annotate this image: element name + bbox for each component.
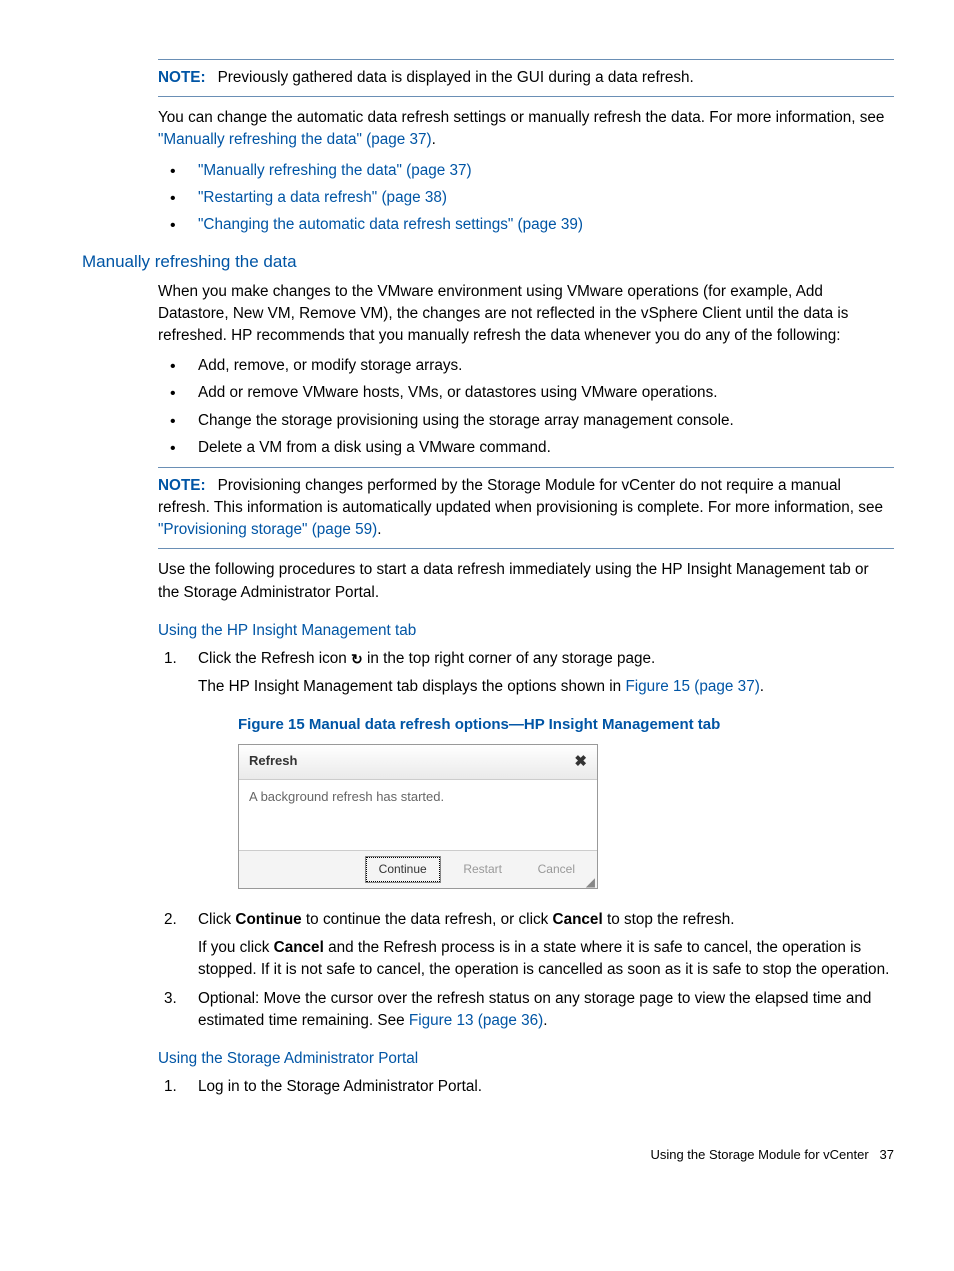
refresh-icon: ↻ — [351, 649, 363, 669]
dialog-title: Refresh — [249, 752, 297, 771]
figure-caption: Figure 15 Manual data refresh options—HP… — [238, 714, 894, 736]
paragraph: You can change the automatic data refres… — [158, 107, 894, 151]
list-item: Add or remove VMware hosts, VMs, or data… — [158, 382, 894, 404]
paragraph: When you make changes to the VMware envi… — [158, 281, 894, 348]
note-block-1: NOTE: Previously gathered data is display… — [158, 59, 894, 97]
restart-button[interactable]: Restart — [451, 858, 514, 881]
cancel-button[interactable]: Cancel — [526, 858, 587, 881]
link-manual-refresh[interactable]: "Manually refreshing the data" (page 37) — [158, 131, 432, 148]
dialog-header: Refresh ✖ — [239, 745, 597, 780]
note-text: Previously gathered data is displayed in… — [218, 69, 694, 86]
subheading: Using the Storage Administrator Portal — [158, 1048, 894, 1070]
close-icon[interactable]: ✖ — [574, 751, 587, 773]
list-item: Add, remove, or modify storage arrays. — [158, 355, 894, 377]
step-item: Log in to the Storage Administrator Port… — [158, 1076, 894, 1098]
subheading: Using the HP Insight Management tab — [158, 620, 894, 642]
link-item[interactable]: "Manually refreshing the data" (page 37) — [198, 162, 472, 179]
continue-button[interactable]: Continue — [366, 857, 440, 882]
link-item[interactable]: "Restarting a data refresh" (page 38) — [198, 189, 447, 206]
paragraph: Use the following procedures to start a … — [158, 559, 894, 603]
link-list: "Manually refreshing the data" (page 37)… — [158, 160, 894, 237]
note-block-2: NOTE:Provisioning changes performed by t… — [158, 467, 894, 550]
link-figure-13[interactable]: Figure 13 (page 36) — [409, 1012, 543, 1029]
step-item: Click the Refresh icon ↻ in the top righ… — [158, 648, 894, 889]
link-item[interactable]: "Changing the automatic data refresh set… — [198, 216, 583, 233]
note-label: NOTE: — [158, 69, 206, 86]
link-provisioning[interactable]: "Provisioning storage" (page 59) — [158, 521, 377, 538]
list-item: Change the storage provisioning using th… — [158, 410, 894, 432]
ordered-steps-1: Click the Refresh icon ↻ in the top righ… — [158, 648, 894, 1032]
ordered-steps-2: Log in to the Storage Administrator Port… — [158, 1076, 894, 1098]
resize-grip-icon[interactable]: ◢ — [586, 878, 595, 886]
link-figure-15[interactable]: Figure 15 (page 37) — [625, 678, 759, 695]
note-label: NOTE: — [158, 477, 206, 494]
section-heading: Manually refreshing the data — [82, 250, 894, 275]
refresh-dialog: Refresh ✖ A background refresh has start… — [238, 744, 598, 889]
step-item: Optional: Move the cursor over the refre… — [158, 988, 894, 1032]
dialog-body: A background refresh has started. — [239, 780, 597, 850]
bullet-list: Add, remove, or modify storage arrays. A… — [158, 355, 894, 459]
step-item: Click Continue to continue the data refr… — [158, 909, 894, 982]
dialog-footer: Continue Restart Cancel ◢ — [239, 850, 597, 888]
page-footer: Using the Storage Module for vCenter 37 — [60, 1146, 894, 1165]
page-number: 37 — [880, 1147, 894, 1162]
list-item: Delete a VM from a disk using a VMware c… — [158, 437, 894, 459]
